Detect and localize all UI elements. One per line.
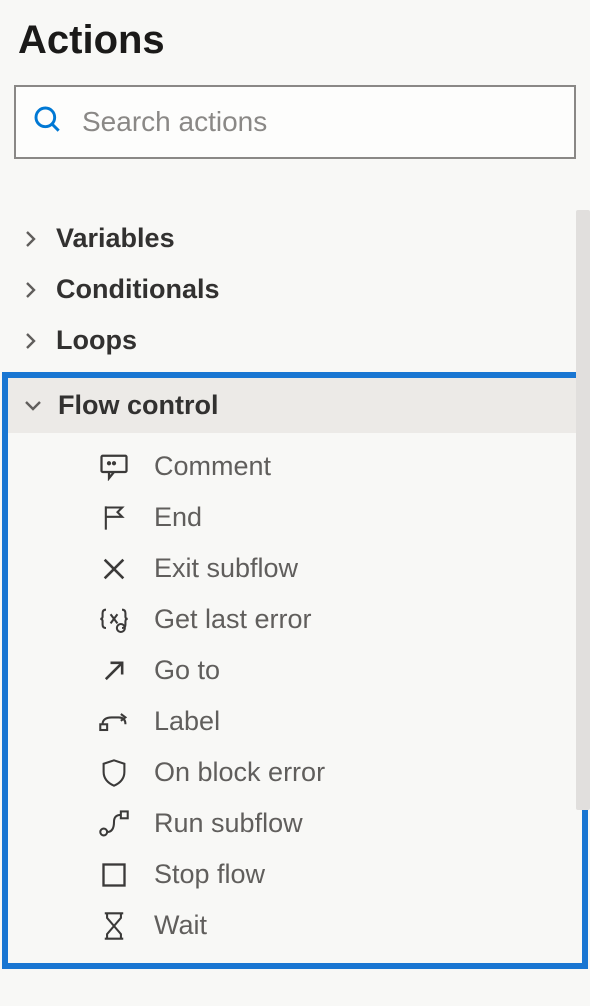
label-loop-icon bbox=[94, 710, 134, 734]
action-label: Comment bbox=[154, 451, 271, 482]
action-exit-subflow[interactable]: Exit subflow bbox=[8, 543, 582, 594]
action-comment[interactable]: Comment bbox=[8, 441, 582, 492]
category-label: Flow control bbox=[58, 390, 218, 421]
chevron-right-icon bbox=[18, 331, 44, 351]
action-label: Wait bbox=[154, 910, 207, 941]
action-get-last-error[interactable]: Get last error bbox=[8, 594, 582, 645]
action-end[interactable]: End bbox=[8, 492, 582, 543]
action-label: End bbox=[154, 502, 202, 533]
action-label: Go to bbox=[154, 655, 220, 686]
category-variables[interactable]: Variables bbox=[0, 213, 590, 264]
panel-title: Actions bbox=[0, 0, 590, 85]
action-label: On block error bbox=[154, 757, 325, 788]
flag-icon bbox=[94, 504, 134, 532]
category-label: Conditionals bbox=[56, 274, 220, 305]
action-on-block-error[interactable]: On block error bbox=[8, 747, 582, 798]
action-wait[interactable]: Wait bbox=[8, 900, 582, 951]
action-label: Exit subflow bbox=[154, 553, 298, 584]
action-label: Stop flow bbox=[154, 859, 265, 890]
scrollbar[interactable] bbox=[576, 210, 590, 810]
flow-control-actions: Comment End Exit subfl bbox=[8, 433, 582, 963]
action-label: Run subflow bbox=[154, 808, 303, 839]
braces-error-icon bbox=[94, 606, 134, 634]
chevron-right-icon bbox=[18, 229, 44, 249]
category-loops[interactable]: Loops bbox=[0, 315, 590, 366]
comment-icon bbox=[94, 453, 134, 481]
subflow-icon bbox=[94, 810, 134, 838]
category-label: Loops bbox=[56, 325, 137, 356]
search-box[interactable] bbox=[14, 85, 576, 159]
category-label: Variables bbox=[56, 223, 175, 254]
action-label[interactable]: Label bbox=[8, 696, 582, 747]
hourglass-icon bbox=[94, 911, 134, 941]
action-go-to[interactable]: Go to bbox=[8, 645, 582, 696]
x-icon bbox=[94, 555, 134, 583]
action-label: Get last error bbox=[154, 604, 312, 635]
action-run-subflow[interactable]: Run subflow bbox=[8, 798, 582, 849]
chevron-right-icon bbox=[18, 280, 44, 300]
category-flow-control[interactable]: Flow control bbox=[8, 378, 582, 433]
categories-list: Variables Conditionals Loops Flow contro… bbox=[0, 183, 590, 969]
flow-control-highlight: Flow control Comment bbox=[2, 372, 588, 969]
action-stop-flow[interactable]: Stop flow bbox=[8, 849, 582, 900]
search-icon bbox=[32, 104, 64, 141]
chevron-down-icon bbox=[20, 398, 46, 414]
action-label: Label bbox=[154, 706, 220, 737]
search-input[interactable] bbox=[82, 106, 558, 138]
category-conditionals[interactable]: Conditionals bbox=[0, 264, 590, 315]
shield-icon bbox=[94, 758, 134, 788]
arrow-up-right-icon bbox=[94, 657, 134, 685]
stop-square-icon bbox=[94, 861, 134, 889]
